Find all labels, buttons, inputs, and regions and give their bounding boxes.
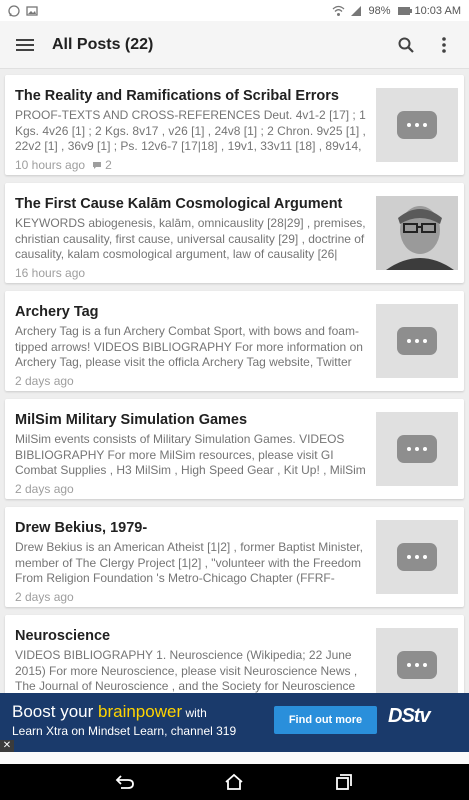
post-time: 16 hours ago [15, 266, 86, 280]
post-card[interactable]: The Reality and Ramifications of Scribal… [5, 75, 464, 175]
post-thumbnail [376, 304, 458, 378]
whatsapp-icon [8, 4, 20, 17]
post-card[interactable]: MilSim Military Simulation Games MilSim … [5, 399, 464, 499]
ad-cta-button[interactable]: Find out more [274, 706, 377, 734]
status-bar: 98% 10:03 AM [0, 0, 469, 21]
post-title: The First Cause Kalām Cosmological Argum… [15, 196, 343, 212]
search-icon[interactable] [395, 34, 417, 56]
ad-headline-accent: brainpower [98, 702, 183, 721]
battery-icon [397, 5, 412, 17]
app-bar: All Posts (22) [0, 21, 469, 69]
post-excerpt: MilSim events consists of Military Simul… [15, 432, 366, 477]
placeholder-icon [397, 327, 437, 355]
post-list: The Reality and Ramifications of Scribal… [0, 69, 469, 693]
ad-close-button[interactable]: ✕ [0, 740, 14, 752]
placeholder-icon [397, 651, 437, 679]
post-excerpt: PROOF-TEXTS AND CROSS-REFERENCES Deut. 4… [15, 108, 366, 153]
post-title: Archery Tag [15, 304, 99, 320]
menu-icon[interactable] [14, 34, 36, 56]
more-vert-icon[interactable] [433, 34, 455, 56]
ad-subline: Learn Xtra on Mindset Learn, channel 319 [12, 724, 237, 738]
wifi-icon [332, 5, 345, 17]
post-excerpt: Drew Bekius is an American Atheist [1|2]… [15, 540, 363, 585]
post-title: MilSim Military Simulation Games [15, 412, 248, 428]
post-time: 2 days ago [15, 590, 74, 604]
battery-percent: 98% [368, 4, 391, 17]
post-thumbnail [376, 628, 458, 693]
post-thumbnail-photo [376, 196, 458, 270]
navigation-bar [0, 764, 469, 800]
placeholder-icon [397, 435, 437, 463]
status-time: 10:03 AM [414, 4, 461, 17]
post-thumbnail [376, 520, 458, 594]
post-time: 10 hours ago [15, 158, 86, 172]
post-title: The Reality and Ramifications of Scribal… [15, 88, 339, 104]
post-title: Neuroscience [15, 628, 111, 644]
post-card[interactable]: Archery Tag Archery Tag is a fun Archery… [5, 291, 464, 391]
post-card[interactable]: Drew Bekius, 1979- Drew Bekius is an Ame… [5, 507, 464, 607]
post-excerpt: Archery Tag is a fun Archery Combat Spor… [15, 324, 363, 369]
post-time: 2 days ago [15, 374, 74, 388]
recents-icon[interactable] [331, 769, 357, 795]
portrait-image [376, 196, 458, 270]
back-icon[interactable] [112, 769, 138, 795]
comment-count: 2 [105, 158, 112, 172]
home-icon[interactable] [221, 769, 247, 795]
post-excerpt: KEYWORDS abiogenesis, kalām, omnicauslit… [15, 216, 366, 261]
ad-headline-pre: Boost your [12, 702, 98, 721]
bottom-strip [0, 752, 469, 764]
post-card[interactable]: Neuroscience VIDEOS BIBLIOGRAPHY 1. Neur… [5, 615, 464, 693]
placeholder-icon [397, 111, 437, 139]
ad-headline-post: with [182, 706, 207, 720]
post-thumbnail [376, 88, 458, 162]
post-title: Drew Bekius, 1979- [15, 520, 148, 536]
comment-icon [92, 161, 102, 170]
gallery-icon [26, 5, 38, 17]
post-excerpt: VIDEOS BIBLIOGRAPHY 1. Neuroscience (Wik… [15, 648, 358, 693]
placeholder-icon [397, 543, 437, 571]
ad-banner[interactable]: Boost your brainpower with Learn Xtra on… [0, 693, 469, 752]
ad-headline: Boost your brainpower with [12, 702, 207, 722]
post-card[interactable]: The First Cause Kalām Cosmological Argum… [5, 183, 464, 283]
signal-icon [350, 5, 362, 17]
page-title: All Posts (22) [52, 35, 154, 53]
ad-logo: DStv [388, 705, 431, 727]
post-time: 2 days ago [15, 482, 74, 496]
post-thumbnail [376, 412, 458, 486]
